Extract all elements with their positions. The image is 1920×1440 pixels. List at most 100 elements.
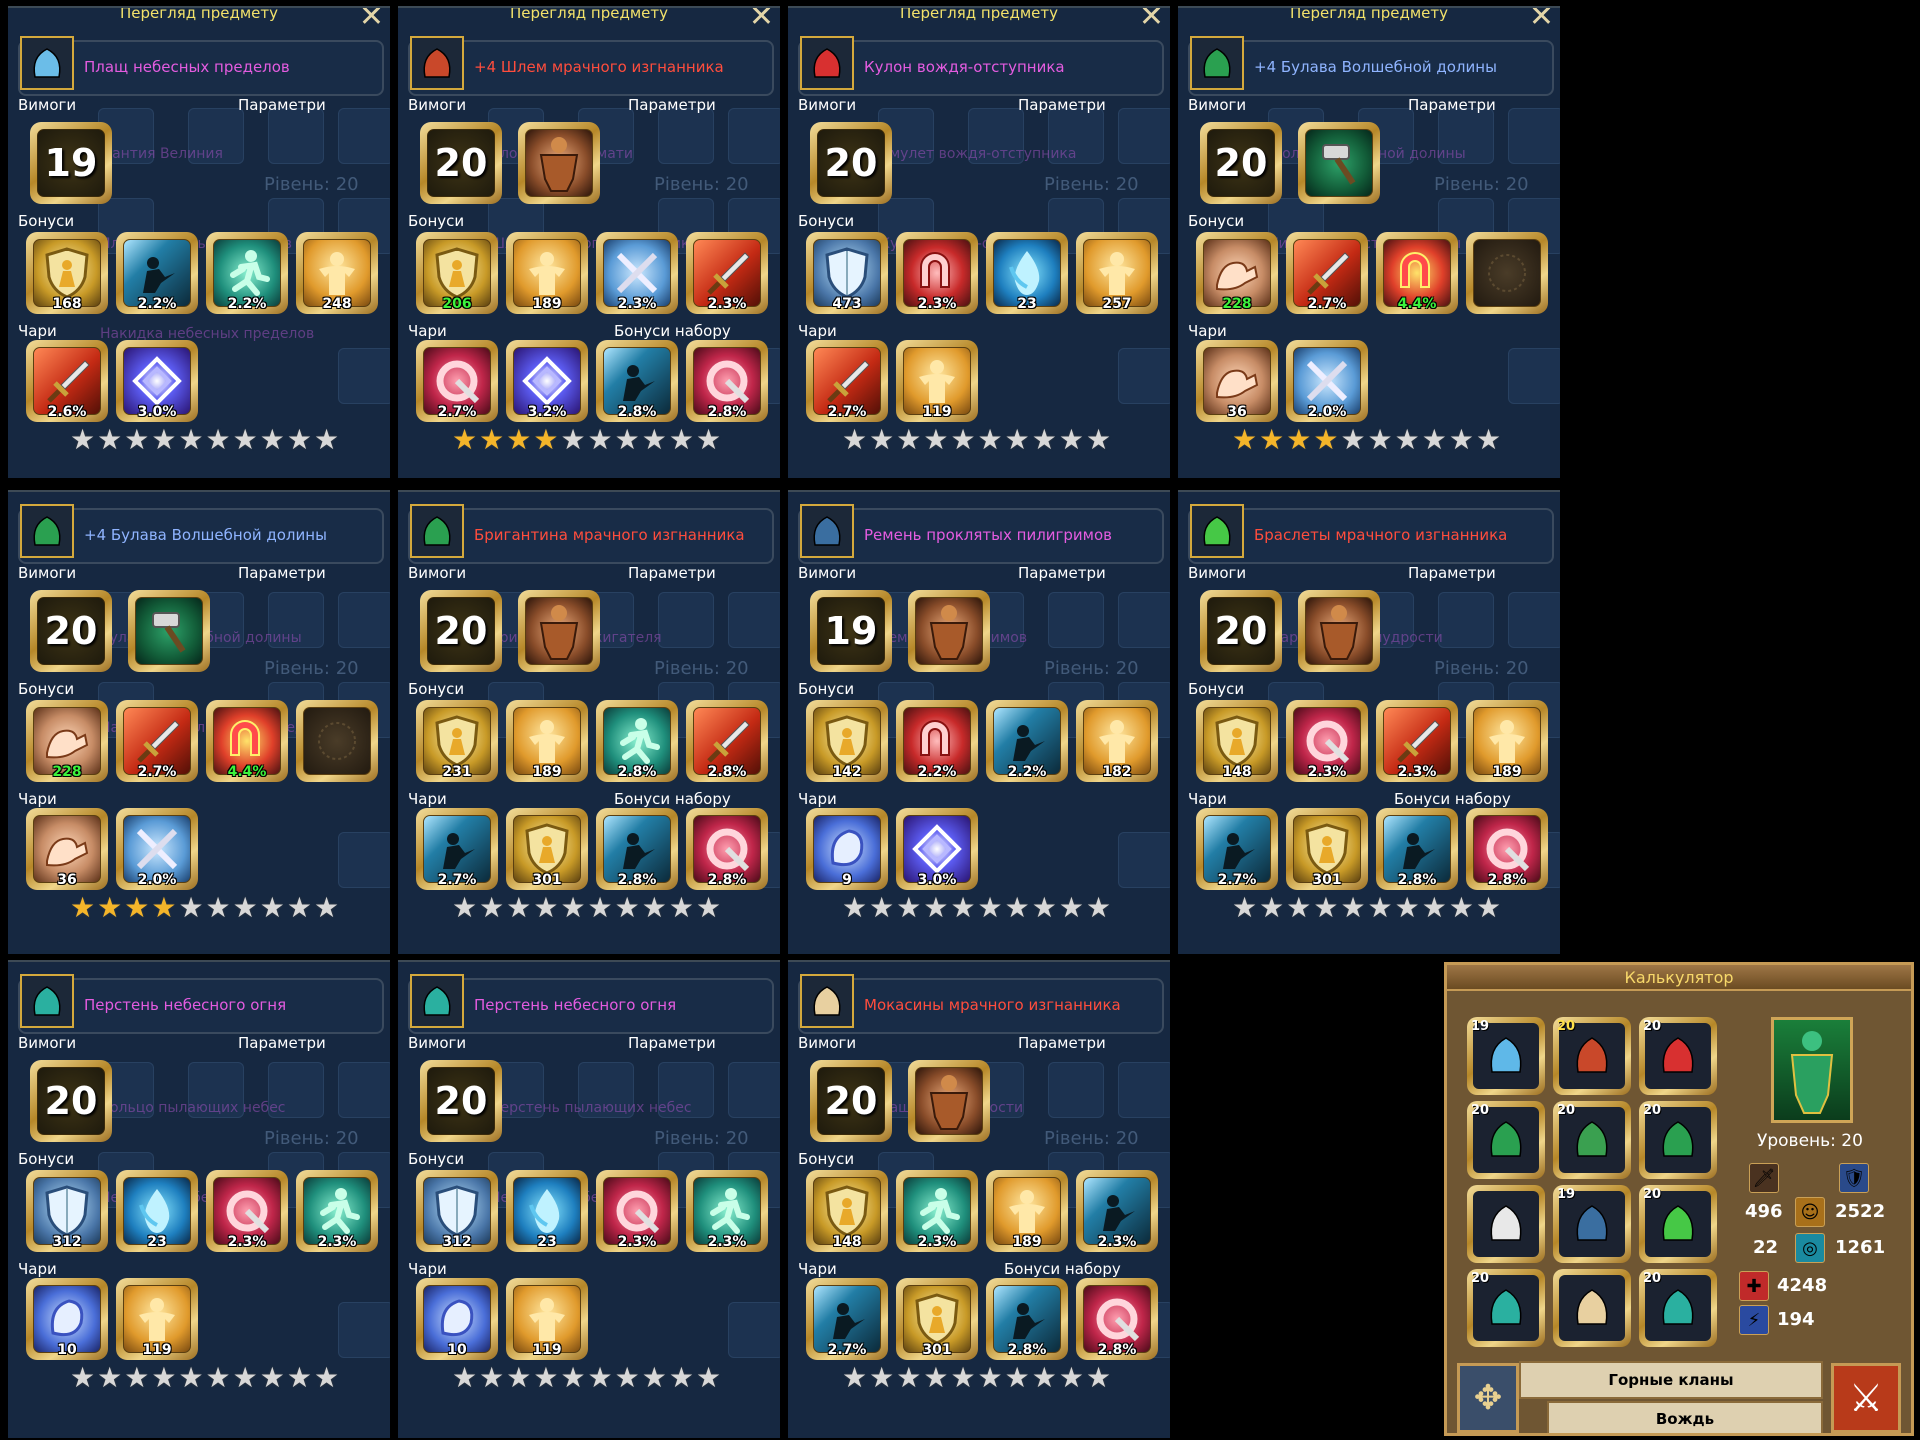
item-thumbnail[interactable]: [1190, 36, 1244, 90]
bonus-slot[interactable]: 2.2%: [986, 700, 1068, 782]
charm-slot[interactable]: 301: [896, 1278, 978, 1360]
set-bonus-slot[interactable]: 2.8%: [596, 340, 678, 422]
equipment-slot[interactable]: 19: [1553, 1185, 1631, 1263]
charm-slot[interactable]: 301: [506, 808, 588, 890]
bonus-slot[interactable]: 2.2%: [206, 232, 288, 314]
close-icon[interactable]: ✕: [1529, 8, 1554, 32]
equipment-slot[interactable]: 20: [1553, 1101, 1631, 1179]
bonus-slot[interactable]: 2.3%: [596, 1170, 678, 1252]
requirement-slot[interactable]: [908, 590, 990, 672]
charm-slot[interactable]: 2.7%: [416, 340, 498, 422]
close-icon[interactable]: ✕: [1139, 8, 1164, 32]
bonus-slot[interactable]: 142: [806, 700, 888, 782]
item-thumbnail[interactable]: [410, 36, 464, 90]
bonus-slot[interactable]: 4.4%: [206, 700, 288, 782]
bonus-slot[interactable]: 312: [26, 1170, 108, 1252]
requirement-slot[interactable]: [518, 122, 600, 204]
charm-slot[interactable]: 2.7%: [806, 1278, 888, 1360]
set-bonus-slot[interactable]: 2.8%: [1376, 808, 1458, 890]
bonus-slot[interactable]: 2.7%: [1286, 232, 1368, 314]
bonus-slot[interactable]: 312: [416, 1170, 498, 1252]
item-thumbnail[interactable]: [20, 36, 74, 90]
charm-slot[interactable]: 2.6%: [26, 340, 108, 422]
charm-slot[interactable]: 2.7%: [416, 808, 498, 890]
bonus-slot[interactable]: 2.2%: [896, 700, 978, 782]
charm-slot[interactable]: 10: [26, 1278, 108, 1360]
charm-slot[interactable]: 36: [1196, 340, 1278, 422]
bonus-slot[interactable]: 23: [116, 1170, 198, 1252]
requirement-slot[interactable]: [128, 590, 210, 672]
clan-name[interactable]: Горные кланы: [1519, 1361, 1823, 1399]
charm-slot[interactable]: 3.0%: [896, 808, 978, 890]
bonus-slot[interactable]: 248: [296, 232, 378, 314]
charm-slot[interactable]: 119: [116, 1278, 198, 1360]
set-bonus-slot[interactable]: 2.8%: [1466, 808, 1548, 890]
charm-slot[interactable]: 301: [1286, 808, 1368, 890]
bonus-slot[interactable]: 206: [416, 232, 498, 314]
bonus-slot[interactable]: 2.3%: [896, 1170, 978, 1252]
equipment-slot[interactable]: 20: [1553, 1017, 1631, 1095]
bonus-slot[interactable]: 2.2%: [116, 232, 198, 314]
charm-slot[interactable]: 2.7%: [806, 340, 888, 422]
charm-slot[interactable]: 119: [506, 1278, 588, 1360]
bonus-slot[interactable]: 228: [1196, 232, 1278, 314]
item-thumbnail[interactable]: [20, 974, 74, 1028]
bonus-slot[interactable]: 2.3%: [1076, 1170, 1158, 1252]
bonus-slot[interactable]: 2.3%: [1376, 700, 1458, 782]
bonus-slot[interactable]: 228: [26, 700, 108, 782]
charm-slot[interactable]: 10: [416, 1278, 498, 1360]
item-thumbnail[interactable]: [800, 504, 854, 558]
requirement-slot[interactable]: [1298, 590, 1380, 672]
equipment-slot[interactable]: 20: [1639, 1017, 1717, 1095]
bonus-slot[interactable]: 148: [1196, 700, 1278, 782]
bonus-slot[interactable]: 231: [416, 700, 498, 782]
bonus-slot[interactable]: 4.4%: [1376, 232, 1458, 314]
equipment-slot[interactable]: 20: [1467, 1269, 1545, 1347]
equipment-slot[interactable]: 20: [1639, 1101, 1717, 1179]
bonus-slot[interactable]: 2.3%: [1286, 700, 1368, 782]
requirement-slot[interactable]: [1298, 122, 1380, 204]
bonus-slot[interactable]: 2.8%: [596, 700, 678, 782]
bonus-slot[interactable]: 2.3%: [296, 1170, 378, 1252]
crossed-axes-icon[interactable]: ⚔: [1831, 1363, 1901, 1433]
set-bonus-slot[interactable]: 2.8%: [596, 808, 678, 890]
item-thumbnail[interactable]: [410, 974, 464, 1028]
charm-slot[interactable]: 2.0%: [1286, 340, 1368, 422]
clan-emblem-icon[interactable]: ✥: [1457, 1363, 1519, 1433]
equipment-slot[interactable]: [1467, 1185, 1545, 1263]
bonus-slot[interactable]: 2.3%: [686, 1170, 768, 1252]
bonus-slot[interactable]: 189: [1466, 700, 1548, 782]
charm-slot[interactable]: 9: [806, 808, 888, 890]
set-bonus-slot[interactable]: 2.8%: [686, 340, 768, 422]
bonus-slot[interactable]: 23: [986, 232, 1068, 314]
set-bonus-slot[interactable]: 2.8%: [686, 808, 768, 890]
bonus-slot[interactable]: 2.3%: [686, 232, 768, 314]
item-thumbnail[interactable]: [1190, 504, 1244, 558]
bonus-slot[interactable]: 257: [1076, 232, 1158, 314]
close-icon[interactable]: ✕: [359, 8, 384, 32]
bonus-slot[interactable]: 189: [506, 232, 588, 314]
equipment-slot[interactable]: 20: [1639, 1269, 1717, 1347]
equipment-slot[interactable]: 20: [1467, 1101, 1545, 1179]
bonus-slot[interactable]: 2.3%: [596, 232, 678, 314]
set-bonus-slot[interactable]: 2.8%: [1076, 1278, 1158, 1360]
equipment-slot[interactable]: 20: [1639, 1185, 1717, 1263]
bonus-slot[interactable]: 2.7%: [116, 700, 198, 782]
charm-slot[interactable]: 2.7%: [1196, 808, 1278, 890]
bonus-slot[interactable]: 23: [506, 1170, 588, 1252]
charm-slot[interactable]: 3.0%: [116, 340, 198, 422]
equipment-slot[interactable]: 19: [1467, 1017, 1545, 1095]
requirement-slot[interactable]: [518, 590, 600, 672]
charm-slot[interactable]: 36: [26, 808, 108, 890]
bonus-slot[interactable]: 2.8%: [686, 700, 768, 782]
set-bonus-slot[interactable]: 2.8%: [986, 1278, 1068, 1360]
item-thumbnail[interactable]: [410, 504, 464, 558]
bonus-slot[interactable]: 168: [26, 232, 108, 314]
charm-slot[interactable]: 119: [896, 340, 978, 422]
item-thumbnail[interactable]: [800, 36, 854, 90]
equipment-slot[interactable]: [1553, 1269, 1631, 1347]
bonus-slot[interactable]: 473: [806, 232, 888, 314]
bonus-slot[interactable]: [296, 700, 378, 782]
item-thumbnail[interactable]: [20, 504, 74, 558]
bonus-slot[interactable]: [1466, 232, 1548, 314]
